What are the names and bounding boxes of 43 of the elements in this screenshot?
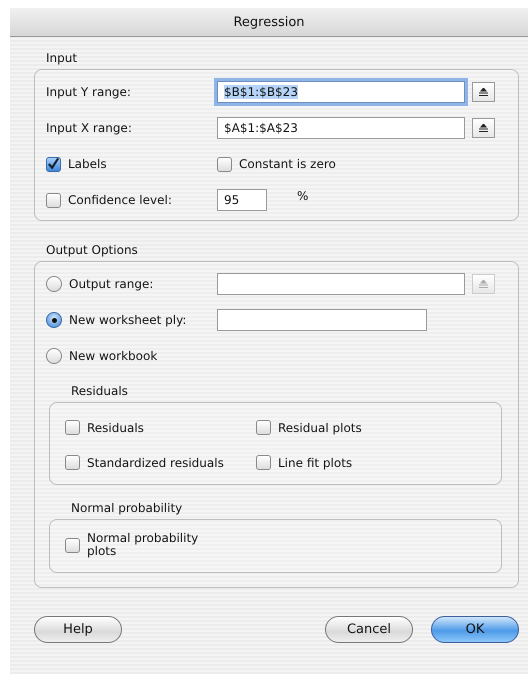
- checkbox-label: Residuals: [87, 420, 144, 434]
- checkbox[interactable]: [256, 455, 271, 470]
- checkbox-label: Line fit plots: [278, 456, 352, 470]
- help-button[interactable]: Help: [34, 616, 122, 643]
- group-label: Normal probability: [71, 501, 182, 515]
- checkbox[interactable]: [65, 455, 80, 470]
- collapse-button[interactable]: [472, 118, 495, 138]
- eject-icon: [478, 88, 489, 96]
- checkbox[interactable]: [46, 156, 61, 172]
- cancel-button[interactable]: Cancel: [325, 616, 413, 643]
- input-field[interactable]: 95: [217, 189, 267, 211]
- input-field[interactable]: $B$1:$B$23: [217, 81, 465, 103]
- group-label: Residuals: [71, 384, 128, 398]
- radio-button[interactable]: [46, 312, 62, 328]
- input-field[interactable]: [217, 309, 427, 331]
- radio-label: New workbook: [69, 349, 158, 363]
- group-label: Input: [46, 51, 78, 65]
- checkbox-label: Constant is zero: [239, 157, 336, 171]
- checkbox[interactable]: [65, 420, 80, 435]
- group-label: Output Options: [46, 243, 138, 257]
- radio-label: Output range:: [69, 277, 154, 291]
- checkbox-label: Standardized residuals: [87, 456, 224, 470]
- radio-label: New worksheet ply:: [69, 313, 186, 327]
- checkbox-label: Confidence level:: [68, 193, 172, 207]
- input-field[interactable]: $A$1:$A$23: [217, 117, 465, 139]
- radio-button[interactable]: [46, 348, 62, 364]
- checkbox[interactable]: [256, 420, 271, 435]
- checkbox[interactable]: [46, 192, 61, 208]
- field-label: Input X range:: [46, 121, 133, 135]
- checkbox-label: Labels: [68, 157, 107, 171]
- checkbox-label: Normal probability plots: [87, 532, 200, 558]
- checkbox[interactable]: [217, 156, 232, 172]
- eject-icon: [478, 124, 489, 132]
- checkbox-label: Residual plots: [278, 420, 362, 434]
- field-label: Input Y range:: [46, 85, 132, 99]
- window-title: Regression: [233, 14, 305, 30]
- eject-icon: [478, 280, 489, 288]
- ok-button[interactable]: OK: [431, 616, 519, 643]
- radio-button[interactable]: [46, 276, 62, 292]
- unit-label: %: [297, 189, 308, 203]
- checkbox[interactable]: [65, 538, 80, 552]
- input-field[interactable]: [217, 273, 465, 295]
- collapse-button[interactable]: [472, 82, 495, 102]
